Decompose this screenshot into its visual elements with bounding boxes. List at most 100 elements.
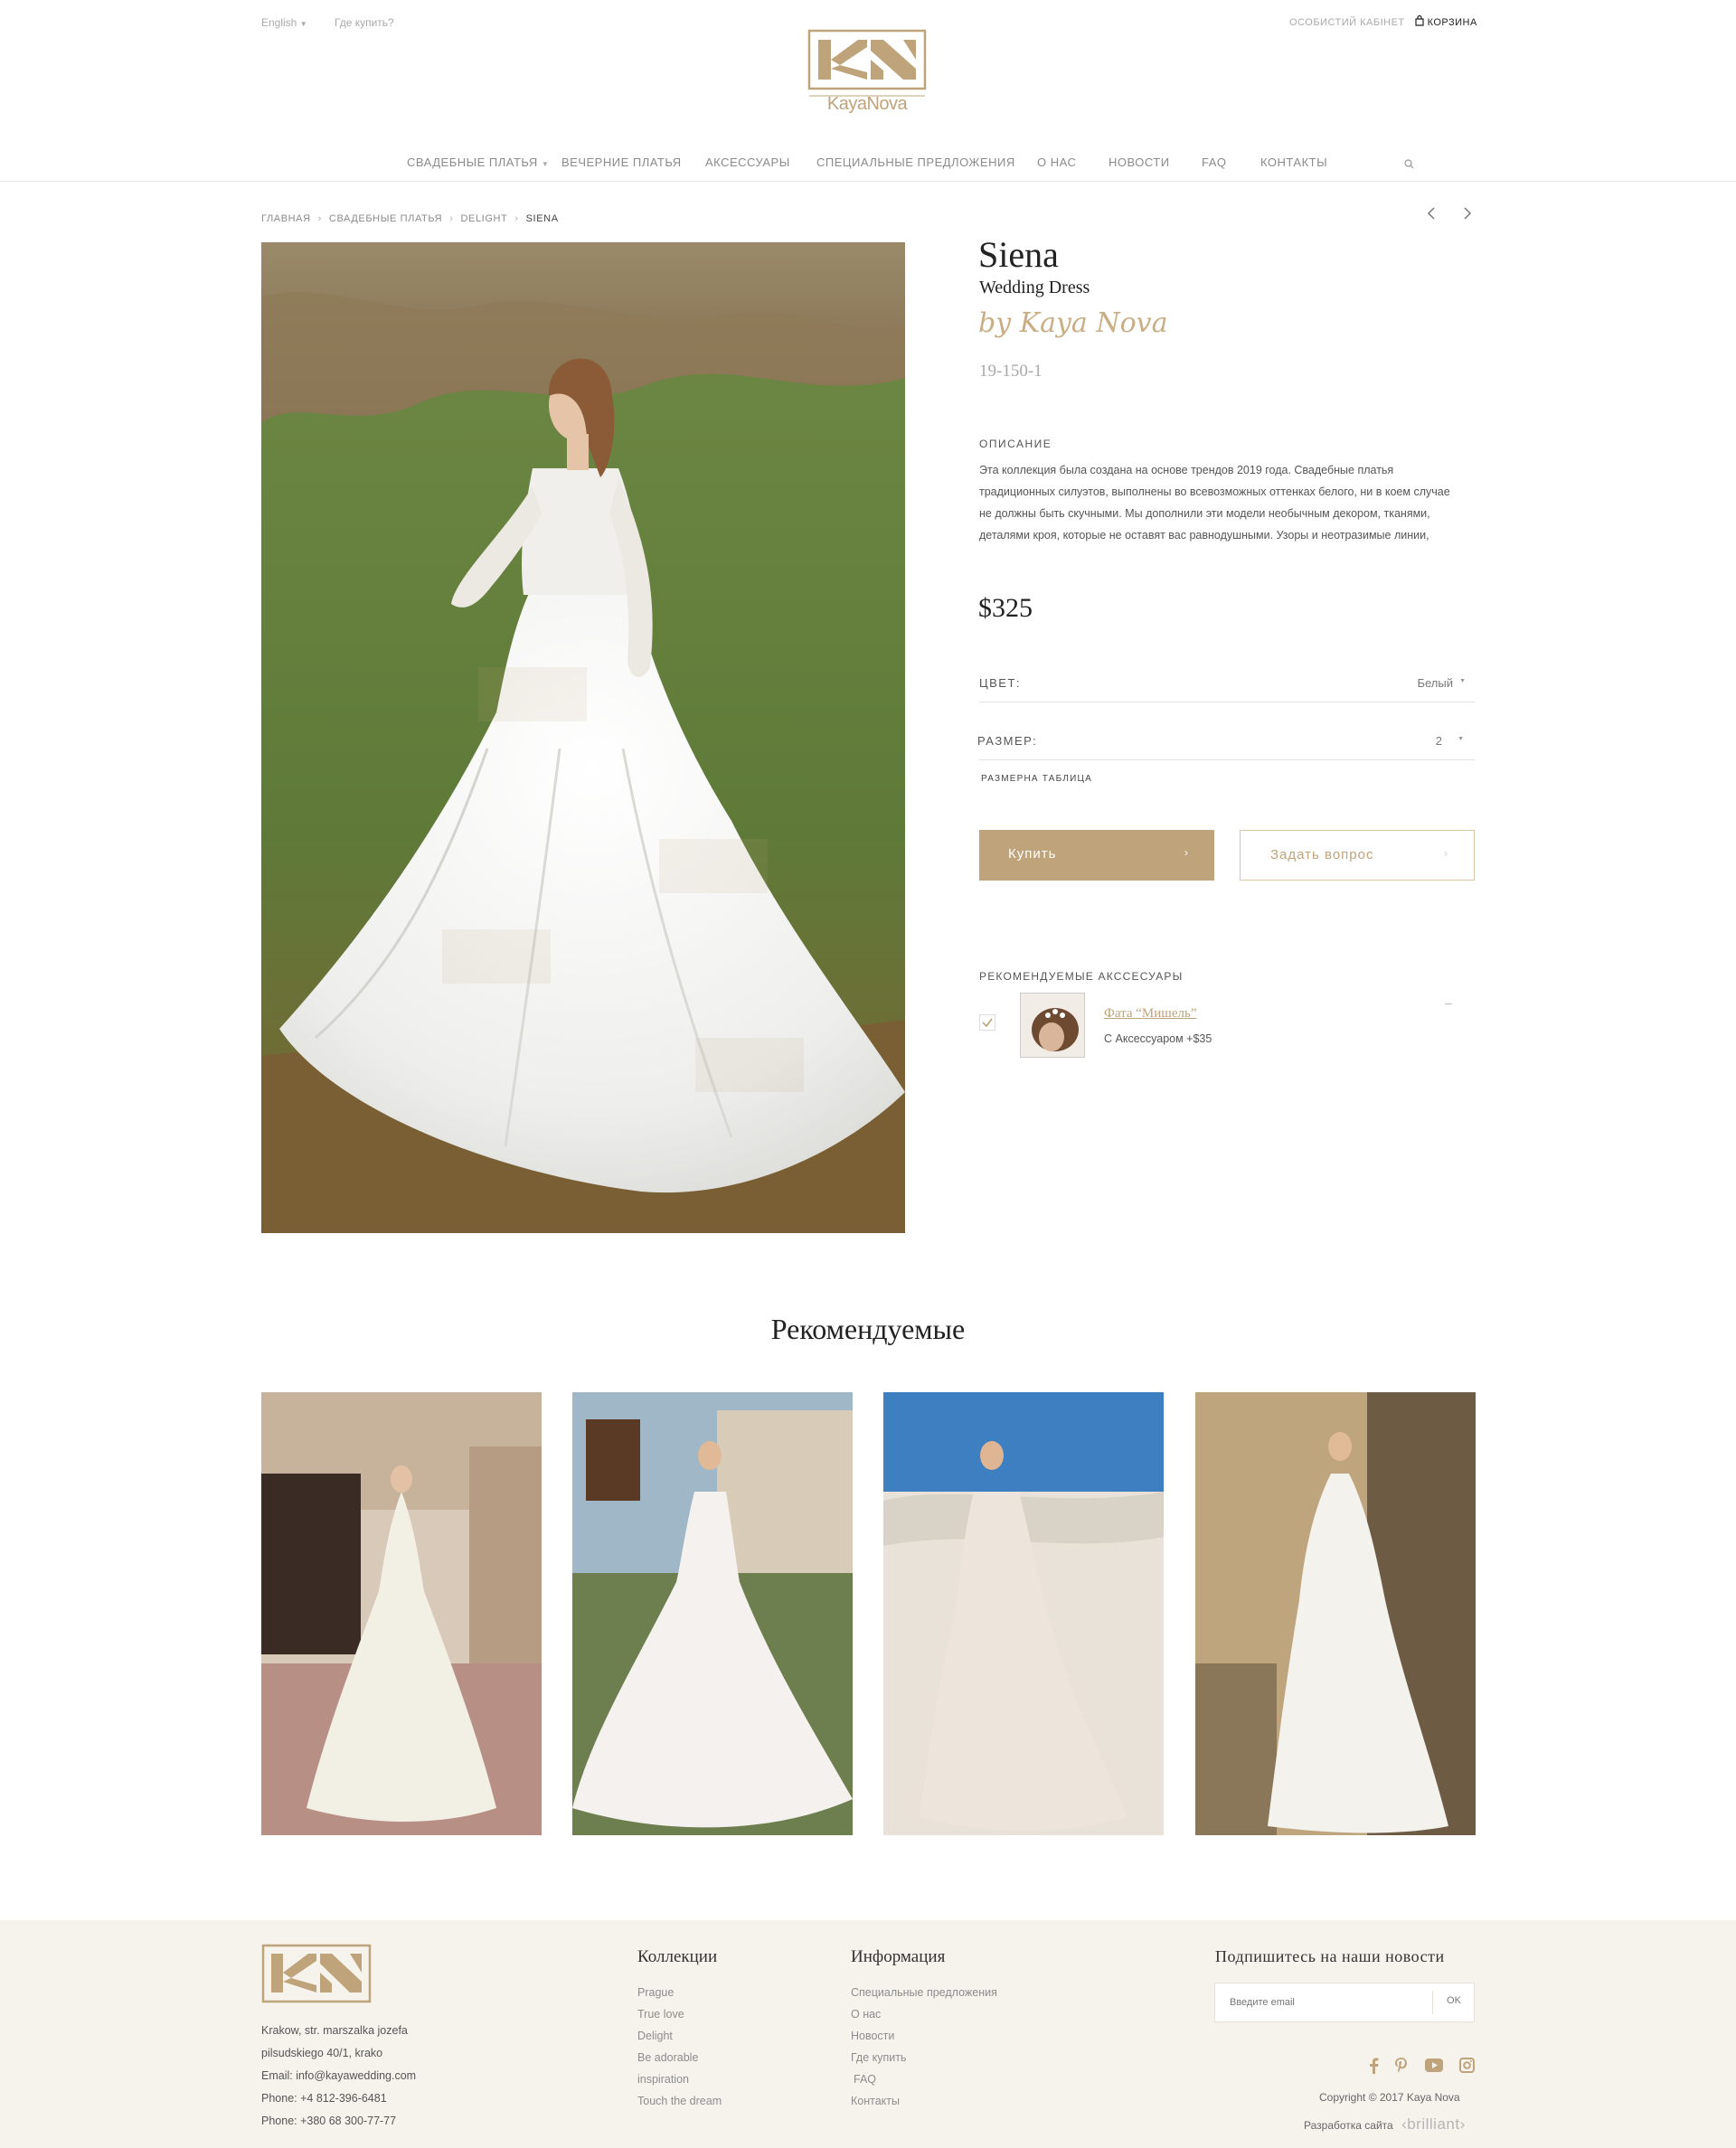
chevron-down-icon: ▼ — [1459, 678, 1466, 684]
recommended-card[interactable] — [1195, 1392, 1476, 1835]
recommended-card[interactable] — [261, 1392, 542, 1835]
nav-contacts[interactable]: КОНТАКТЫ — [1260, 155, 1327, 169]
nav-about[interactable]: О НАС — [1037, 155, 1076, 169]
accessory-checkbox[interactable] — [979, 1014, 995, 1031]
accessories-title: РЕКОМЕНДУЕМЫЕ АКССЕСУАРЫ — [979, 970, 1184, 983]
chevron-down-icon: ▼ — [299, 20, 307, 28]
recommended-card[interactable] — [572, 1392, 853, 1835]
next-product-button[interactable] — [1463, 206, 1472, 225]
dress-photo-image — [261, 1392, 542, 1835]
accessory-name-link[interactable]: Фата “Мишель” — [1104, 1006, 1196, 1022]
prev-product-button[interactable] — [1427, 206, 1436, 225]
logo[interactable]: KayaNova — [807, 29, 927, 116]
nav-label: СВАДЕБНЫЕ ПЛАТЬЯ — [407, 155, 538, 169]
cart-link[interactable]: КОРЗИНА — [1415, 14, 1477, 28]
subscribe-ok-button[interactable]: OK — [1433, 1995, 1475, 2006]
collection-link[interactable]: True love — [637, 2003, 722, 2025]
address-line: pilsudskiego 40/1, krako — [261, 2047, 383, 2059]
info-link[interactable]: О нас — [851, 2003, 997, 2025]
product-name: Siena — [978, 234, 1059, 275]
breadcrumb-wedding-dresses[interactable]: СВАДЕБНЫЕ ПЛАТЬЯ — [329, 213, 442, 224]
collection-link[interactable]: Delight — [637, 2025, 722, 2047]
description-line: не должны быть скучными. Мы дополнили эт… — [979, 507, 1430, 520]
search-icon[interactable] — [1404, 157, 1414, 174]
product-price: $325 — [978, 593, 1033, 623]
size-select[interactable]: РАЗМЕР: 2 ▼ — [977, 723, 1475, 759]
chevron-right-icon: › — [1184, 846, 1189, 859]
pinterest-icon[interactable] — [1394, 2058, 1409, 2078]
subscribe-form: OK — [1214, 1983, 1475, 2022]
phone-line[interactable]: Phone: +380 68 300-77-77 — [261, 2110, 416, 2133]
info-list: Специальные предложения О нас Новости Гд… — [851, 1982, 997, 2112]
developer-credit: Разработка сайта ‹brilliant› — [1304, 2115, 1466, 2134]
nav-wedding-dresses[interactable]: СВАДЕБНЫЕ ПЛАТЬЯ ▼ — [407, 155, 549, 169]
dress-photo-image — [261, 242, 905, 1233]
accessory-thumbnail[interactable] — [1020, 993, 1085, 1058]
size-value: 2 — [1435, 734, 1442, 748]
collection-link[interactable]: Touch the dream — [637, 2090, 722, 2112]
copyright: Copyright © 2017 Kaya Nova — [1319, 2091, 1460, 2104]
youtube-icon[interactable] — [1425, 2058, 1443, 2077]
main-nav: СВАДЕБНЫЕ ПЛАТЬЯ ▼ ВЕЧЕРНИЕ ПЛАТЬЯ АКСЕС… — [0, 155, 1736, 183]
phone-line[interactable]: Phone: +4 812-396-6481 — [261, 2087, 416, 2110]
email-line[interactable]: Email: info@kayawedding.com — [261, 2065, 416, 2087]
recommended-title: Рекомендуемые — [770, 1313, 966, 1345]
developer-logo-link[interactable]: ‹brilliant› — [1401, 2115, 1466, 2133]
info-link[interactable]: Где купить — [851, 2047, 997, 2068]
accessory-price: С Аксессуаром +$35 — [1104, 1032, 1212, 1045]
buy-button[interactable]: Купить › — [979, 830, 1214, 881]
instagram-icon[interactable] — [1459, 2058, 1475, 2077]
breadcrumb-delight[interactable]: DELIGHT — [460, 213, 507, 224]
account-link[interactable]: ОСОБИСТИЙ КАБІНЕТ — [1289, 17, 1405, 28]
breadcrumb-current: SIENA — [525, 213, 559, 224]
collection-link[interactable]: Be adorable — [637, 2047, 722, 2068]
nav-evening-dresses[interactable]: ВЕЧЕРНИЕ ПЛАТЬЯ — [561, 155, 682, 169]
cart-label: КОРЗИНА — [1427, 17, 1477, 28]
collections-title: Коллекции — [637, 1947, 718, 1966]
color-label: ЦВЕТ: — [979, 676, 1022, 690]
product-photo[interactable] — [261, 242, 905, 1233]
size-table-link[interactable]: РАЗМЕРНА ТАБЛИЦА — [981, 774, 1092, 784]
facebook-icon[interactable] — [1368, 2058, 1379, 2078]
dress-photo-image — [1195, 1392, 1476, 1835]
nav-news[interactable]: НОВОСТИ — [1109, 155, 1170, 169]
breadcrumb-home[interactable]: ГЛАВНАЯ — [261, 213, 311, 224]
ask-question-button[interactable]: Задать вопрос › — [1240, 830, 1475, 881]
product-description: Эта коллекция была создана на основе тре… — [979, 459, 1486, 546]
description-line: традиционных силуэтов, выполнены во всев… — [979, 485, 1450, 498]
color-select[interactable]: ЦВЕТ: Белый ▼ — [979, 665, 1475, 702]
where-to-buy-link[interactable]: Где купить? — [335, 16, 394, 29]
email-input[interactable] — [1215, 1983, 1432, 2021]
breadcrumb: ГЛАВНАЯ › СВАДЕБНЫЕ ПЛАТЬЯ › DELIGHT › SIENA — [261, 213, 559, 224]
description-line: Эта коллекция была создана на основе тре… — [979, 464, 1394, 476]
recommended-card[interactable] — [883, 1392, 1164, 1835]
nav-divider — [0, 181, 1736, 182]
veil-photo-image — [1021, 994, 1084, 1057]
nav-faq[interactable]: FAQ — [1202, 155, 1227, 169]
language-selector[interactable]: English ▼ — [261, 16, 307, 29]
developer-label: Разработка сайта — [1304, 2119, 1393, 2132]
collections-list: Prague True love Delight Be adorable ins… — [637, 1982, 722, 2112]
info-link[interactable]: Новости — [851, 2025, 997, 2047]
chevron-down-icon: ▼ — [1458, 736, 1464, 742]
footer-logo[interactable] — [261, 1944, 372, 2008]
divider — [979, 759, 1475, 760]
kaya-nova-logo-icon — [261, 1944, 372, 2003]
minus-icon[interactable] — [1445, 1003, 1452, 1004]
bag-icon — [1415, 14, 1424, 26]
collection-link[interactable]: inspiration — [637, 2068, 722, 2090]
chevron-down-icon: ▼ — [541, 160, 550, 168]
dress-photo-image — [883, 1392, 1164, 1835]
chevron-left-icon — [1427, 207, 1435, 220]
nav-special-offers[interactable]: СПЕЦИАЛЬНЫЕ ПРЕДЛОЖЕНИЯ — [816, 155, 1015, 169]
footer-address: Krakow, str. marszalka jozefa pilsudskie… — [261, 2020, 416, 2133]
address-line: Krakow, str. marszalka jozefa — [261, 2024, 408, 2037]
subscribe-title: Подпишитесь на наши новости — [1215, 1947, 1445, 1965]
info-link[interactable]: Специальные предложения — [851, 1982, 997, 2003]
logo-text: KayaNova — [826, 94, 908, 114]
description-title: ОПИСАНИЕ — [979, 438, 1052, 450]
nav-accessories[interactable]: АКСЕССУАРЫ — [705, 155, 790, 169]
collection-link[interactable]: Prague — [637, 1982, 722, 2003]
info-link[interactable]: Контакты — [851, 2090, 997, 2112]
info-link[interactable]: FAQ — [851, 2068, 997, 2090]
